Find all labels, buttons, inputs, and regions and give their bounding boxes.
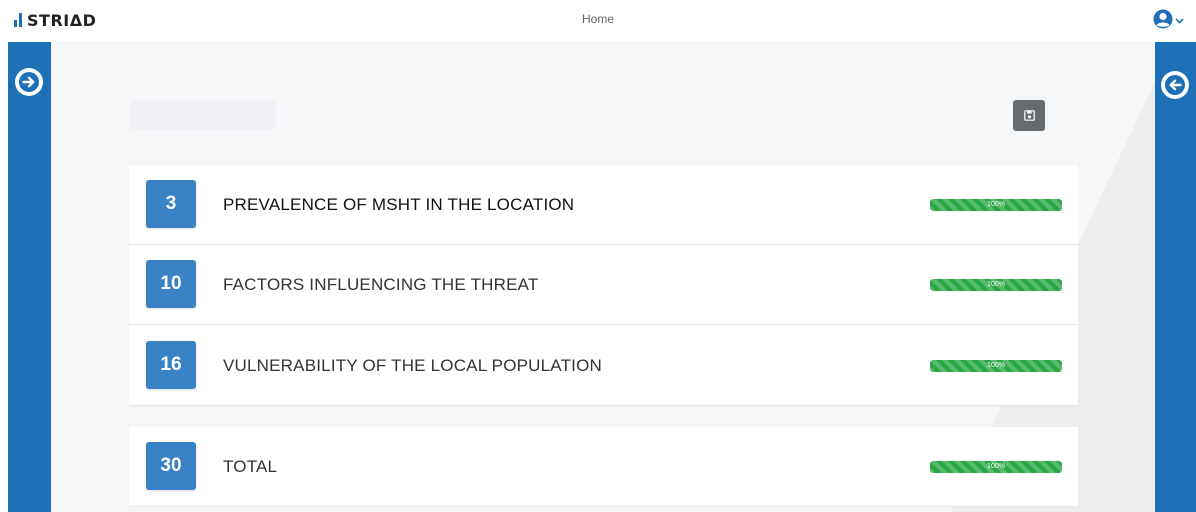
progress-fill: 100% bbox=[930, 279, 1062, 291]
home-link[interactable]: Home bbox=[0, 12, 1196, 26]
user-menu-button[interactable] bbox=[1153, 9, 1184, 29]
score-badge: 16 bbox=[146, 341, 196, 389]
arrow-circle-right-icon bbox=[19, 72, 39, 92]
save-icon bbox=[1023, 110, 1035, 121]
indicator-label: FACTORS INFLUENCING THE THREAT bbox=[223, 275, 539, 294]
total-label: TOTAL bbox=[223, 457, 278, 476]
arrow-circle-left-icon bbox=[1165, 75, 1185, 95]
progress-fill: 100% bbox=[930, 199, 1062, 211]
indicator-list: 3 PREVALENCE OF MSHT IN THE LOCATION 100… bbox=[129, 165, 1078, 406]
main-content: 3 PREVALENCE OF MSHT IN THE LOCATION 100… bbox=[51, 42, 1155, 512]
top-navbar: STRIΔD Home bbox=[0, 0, 1196, 42]
progress-bar: 100% bbox=[930, 360, 1062, 372]
title-placeholder bbox=[130, 100, 276, 130]
total-card: 30 TOTAL 100% bbox=[129, 427, 1078, 507]
indicator-row[interactable]: 3 PREVALENCE OF MSHT IN THE LOCATION 100… bbox=[129, 165, 1078, 245]
score-badge: 10 bbox=[146, 260, 196, 308]
total-row: 30 TOTAL 100% bbox=[129, 427, 1078, 507]
left-sidebar bbox=[8, 42, 51, 512]
save-button[interactable] bbox=[1013, 100, 1045, 131]
score-badge: 3 bbox=[146, 180, 196, 228]
progress-fill: 100% bbox=[930, 360, 1062, 372]
indicator-row[interactable]: 16 VULNERABILITY OF THE LOCAL POPULATION… bbox=[129, 326, 1078, 406]
progress-bar: 100% bbox=[930, 279, 1062, 291]
total-score-badge: 30 bbox=[146, 442, 196, 490]
expand-right-sidebar-button[interactable] bbox=[1161, 71, 1189, 99]
indicator-label: VULNERABILITY OF THE LOCAL POPULATION bbox=[223, 356, 602, 375]
right-sidebar bbox=[1155, 42, 1196, 512]
user-circle-icon bbox=[1153, 9, 1173, 29]
expand-left-sidebar-button[interactable] bbox=[15, 68, 43, 96]
progress-fill: 100% bbox=[930, 461, 1062, 473]
progress-bar: 100% bbox=[930, 461, 1062, 473]
progress-bar: 100% bbox=[930, 199, 1062, 211]
indicator-row[interactable]: 10 FACTORS INFLUENCING THE THREAT 100% bbox=[129, 245, 1078, 325]
caret-down-icon bbox=[1175, 18, 1184, 24]
indicator-label: PREVALENCE OF MSHT IN THE LOCATION bbox=[223, 195, 575, 214]
